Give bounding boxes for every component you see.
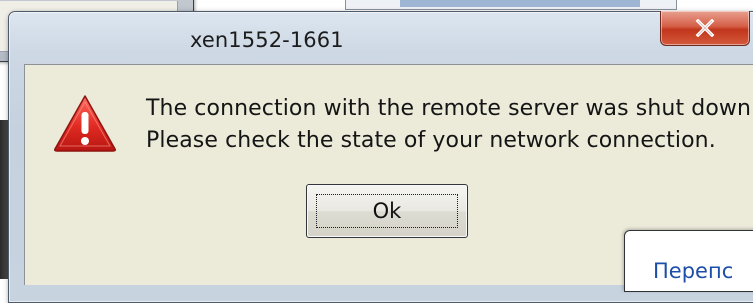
close-icon <box>695 19 715 37</box>
ok-button[interactable]: Ok <box>306 184 468 238</box>
ok-button-label: Ok <box>372 199 402 223</box>
warning-icon <box>54 95 116 152</box>
error-message-line-1: The connection with the remote server wa… <box>146 96 753 121</box>
background-window-top-right-bar <box>400 0 640 7</box>
close-button[interactable] <box>660 11 750 46</box>
background-window-bottom-right-text: Перепс <box>653 259 734 283</box>
background-window-bottom-right: Перепс <box>624 230 753 292</box>
dialog-title: xen1552-1661 <box>190 28 344 52</box>
error-message-line-2: Please check the state of your network c… <box>146 128 716 153</box>
